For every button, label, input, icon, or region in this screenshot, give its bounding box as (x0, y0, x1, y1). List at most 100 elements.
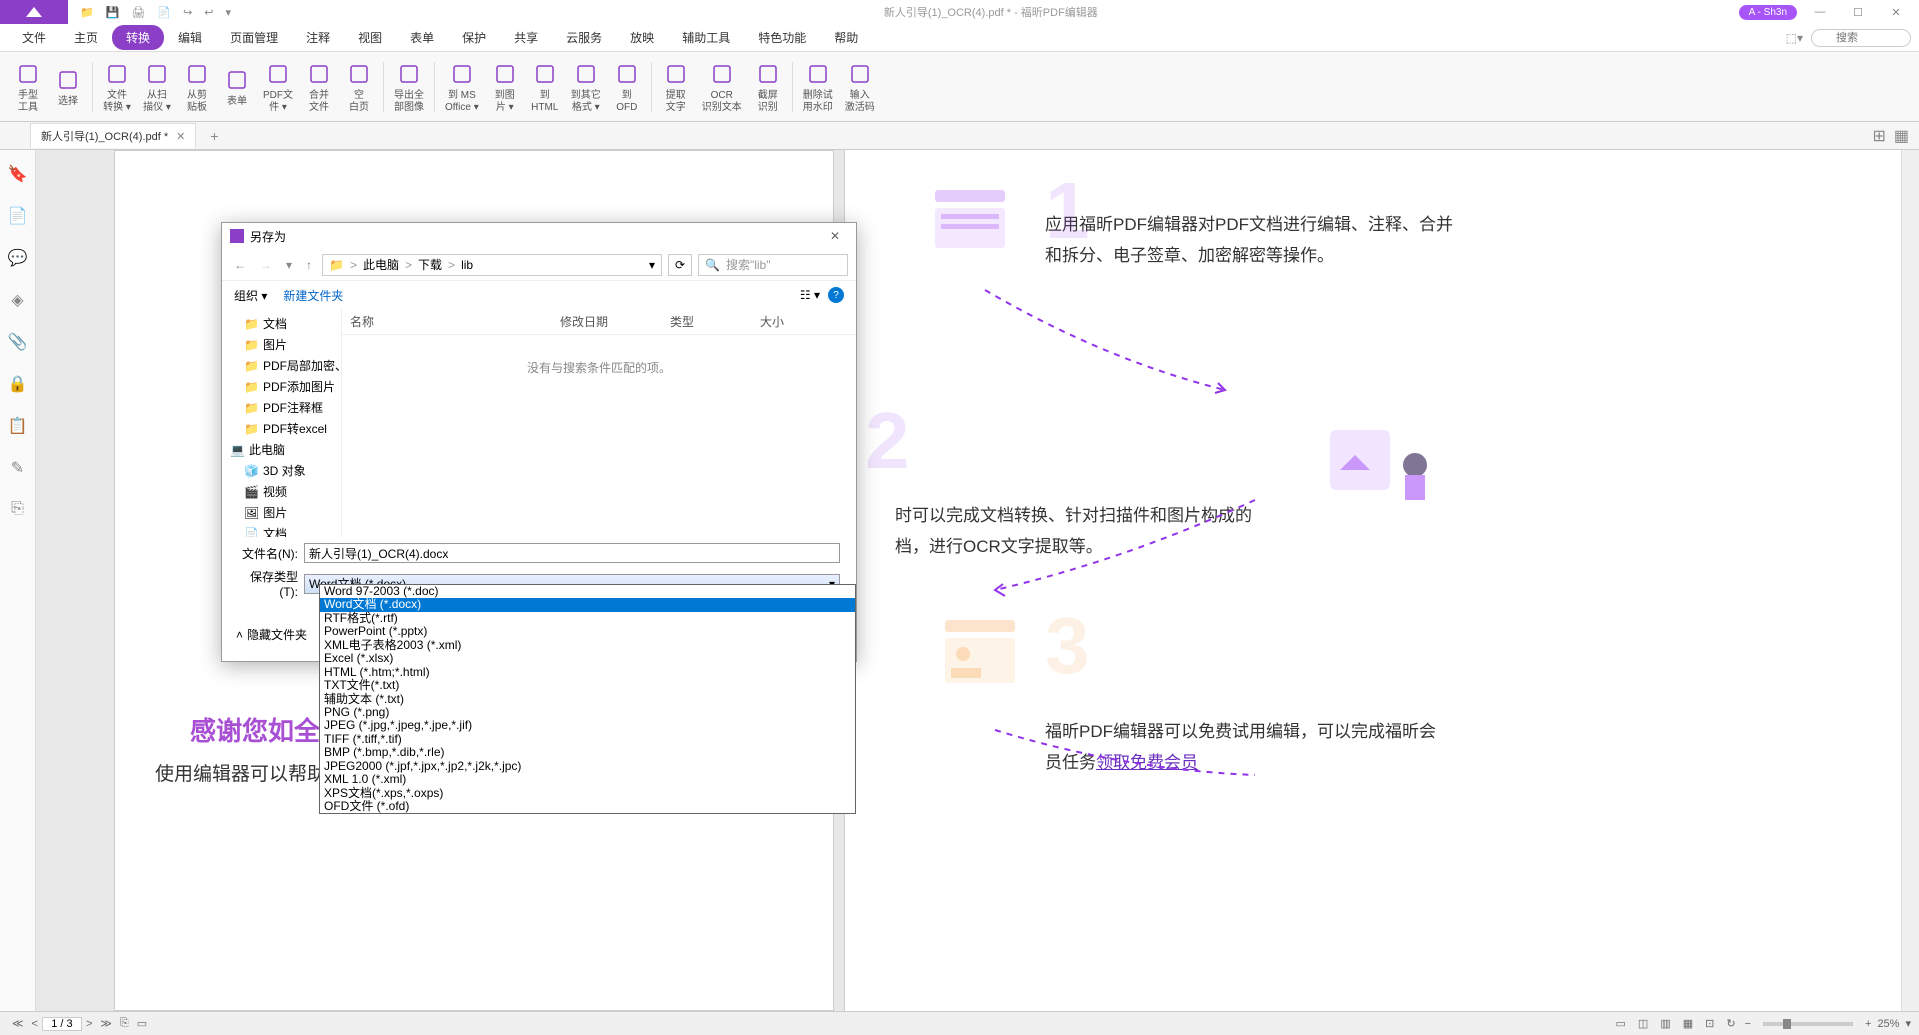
dropdown-option[interactable]: Excel (*.xlsx) (320, 652, 855, 665)
menu-表单[interactable]: 表单 (396, 25, 448, 50)
ribbon-ocr[interactable]: OCR识别文本 (696, 60, 748, 114)
qat-save-icon[interactable]: 💾 (106, 6, 120, 19)
nav-next-icon[interactable]: > (82, 1018, 96, 1030)
nav-view-icon[interactable]: ▭ (133, 1017, 151, 1030)
qat-new-icon[interactable]: 📄 (157, 6, 171, 19)
path-dropdown-icon[interactable]: ▾ (649, 258, 655, 272)
ribbon-tohtml[interactable]: 到HTML (525, 60, 565, 114)
ribbon-clipboard[interactable]: 从剪贴板 (177, 60, 217, 114)
nav-last-icon[interactable]: ≫ (96, 1017, 116, 1030)
qat-more-icon[interactable]: ▾ (226, 6, 232, 19)
dropdown-option[interactable]: HTML (*.htm;*.html) (320, 666, 855, 679)
ribbon-collapse-icon[interactable]: ⬚▾ (1786, 31, 1803, 45)
qat-print-icon[interactable]: 🖨 (131, 6, 145, 19)
tree-item[interactable]: 📄文档 (226, 523, 337, 537)
tree-item[interactable]: 📁PDF添加图片 (226, 376, 337, 397)
close-button[interactable]: ✕ (1881, 6, 1911, 19)
view-options-icon[interactable]: ☷ ▾ (800, 288, 820, 302)
view-mode-2-icon[interactable]: ◫ (1635, 1017, 1651, 1030)
ribbon-form[interactable]: 表单 (217, 66, 257, 108)
layers-icon[interactable]: ◈ (11, 290, 23, 310)
ribbon-screenshot[interactable]: 截屏识别 (748, 60, 788, 114)
menu-转换[interactable]: 转换 (112, 25, 164, 50)
ribbon-scanner[interactable]: 从扫描仪 ▾ (137, 60, 177, 114)
menu-主页[interactable]: 主页 (60, 25, 112, 50)
ribbon-merge[interactable]: 合并文件 (299, 60, 339, 114)
tree-item[interactable]: 📁图片 (226, 334, 337, 355)
comments-icon[interactable]: 💬 (8, 248, 28, 268)
menu-页面管理[interactable]: 页面管理 (216, 25, 292, 50)
ribbon-toofd[interactable]: 到OFD (607, 60, 647, 114)
refresh-button[interactable]: ⟳ (668, 254, 692, 276)
col-name[interactable]: 名称 (342, 311, 552, 332)
ribbon-fileconv[interactable]: 文件转换 ▾ (97, 60, 137, 114)
qat-undo-icon[interactable]: ↩ (204, 6, 213, 19)
menu-共享[interactable]: 共享 (500, 25, 552, 50)
dropdown-option[interactable]: RTF格式(*.rtf) (320, 612, 855, 625)
tab-close-icon[interactable]: ✕ (176, 130, 185, 143)
nav-prev-icon[interactable]: < (28, 1018, 42, 1030)
ribbon-pdf[interactable]: PDF文件 ▾ (257, 60, 299, 114)
dropdown-option[interactable]: 辅助文本 (*.txt) (320, 693, 855, 706)
add-tab-button[interactable]: + (210, 128, 218, 144)
page-input[interactable] (42, 1017, 82, 1031)
menu-云服务[interactable]: 云服务 (552, 25, 616, 50)
ribbon-exportimg[interactable]: 导出全部图像 (388, 60, 430, 114)
dropdown-option[interactable]: PNG (*.png) (320, 706, 855, 719)
qat-open-icon[interactable]: 📁 (80, 6, 94, 19)
vertical-scrollbar[interactable] (1901, 150, 1919, 1011)
dropdown-option[interactable]: XPS文档(*.xps,*.oxps) (320, 787, 855, 800)
ribbon-toimg[interactable]: 到图片 ▾ (485, 60, 525, 114)
tree-item[interactable]: 💻此电脑 (226, 439, 337, 460)
layout-icon-1[interactable]: ⊞ (1872, 126, 1885, 146)
nav-back-icon[interactable]: ← (230, 258, 250, 272)
tree-item[interactable]: 🧊3D 对象 (226, 460, 337, 481)
tree-item[interactable]: 📁PDF注释框 (226, 397, 337, 418)
filename-input[interactable] (304, 543, 840, 563)
hide-folders-toggle[interactable]: ˄ 隐藏文件夹 (236, 626, 307, 643)
dropdown-option[interactable]: Word文档 (*.docx) (320, 598, 855, 611)
menu-辅助工具[interactable]: 辅助工具 (668, 25, 744, 50)
layout-icon-2[interactable]: ▦ (1894, 126, 1909, 146)
tags-icon[interactable]: ✎ (11, 458, 24, 478)
ribbon-extracttext[interactable]: 提取文字 (656, 60, 696, 114)
security-icon[interactable]: 🔒 (8, 374, 28, 394)
dropdown-option[interactable]: TIFF (*.tiff,*.tif) (320, 733, 855, 746)
zoom-slider[interactable] (1763, 1022, 1853, 1026)
menu-文件[interactable]: 文件 (8, 25, 60, 50)
ribbon-toother[interactable]: 到其它格式 ▾ (565, 60, 607, 114)
attachments-icon[interactable]: 📎 (8, 332, 28, 352)
user-badge[interactable]: A - Sh3n (1739, 5, 1797, 20)
tree-item[interactable]: 📁PDF局部加密、F (226, 355, 337, 376)
menu-特色功能[interactable]: 特色功能 (744, 25, 820, 50)
zoom-out-button[interactable]: − (1745, 1018, 1751, 1030)
nav-forward-icon[interactable]: → (256, 258, 276, 272)
dropdown-option[interactable]: XML电子表格2003 (*.xml) (320, 639, 855, 652)
zoom-dropdown-icon[interactable]: ▾ (1905, 1017, 1911, 1030)
tree-item[interactable]: 📁PDF转excel (226, 418, 337, 439)
document-tab[interactable]: 新人引导(1)_OCR(4).pdf * ✕ (30, 123, 196, 148)
view-mode-1-icon[interactable]: ▭ (1613, 1017, 1629, 1030)
pages-icon[interactable]: 📄 (8, 206, 28, 226)
menu-保护[interactable]: 保护 (448, 25, 500, 50)
maximize-button[interactable]: ☐ (1843, 6, 1873, 19)
col-size[interactable]: 大小 (752, 311, 812, 332)
search-input[interactable] (1811, 29, 1911, 47)
path-breadcrumb[interactable]: 📁 > 此电脑 > 下载 > lib ▾ (322, 254, 662, 276)
col-date[interactable]: 修改日期 (552, 311, 662, 332)
new-folder-button[interactable]: 新建文件夹 (283, 287, 343, 304)
path-part-0[interactable]: 此电脑 (363, 256, 399, 273)
ribbon-msoffice[interactable]: 到 MSOffice ▾ (439, 60, 485, 114)
dialog-close-button[interactable]: ✕ (822, 227, 848, 245)
organize-button[interactable]: 组织 ▾ (234, 287, 267, 304)
export-icon[interactable]: ⎘ (11, 500, 24, 518)
signatures-icon[interactable]: 📋 (8, 416, 28, 436)
dropdown-option[interactable]: TXT文件(*.txt) (320, 679, 855, 692)
ribbon-activate[interactable]: 输入激活码 (839, 60, 881, 114)
tree-item[interactable]: 📁文档 (226, 313, 337, 334)
dropdown-option[interactable]: OFD文件 (*.ofd) (320, 800, 855, 813)
qat-redo-icon[interactable]: ↪ (183, 6, 192, 19)
ribbon-rmwatermark[interactable]: 删除试用水印 (797, 60, 839, 114)
dropdown-option[interactable]: JPEG (*.jpg,*.jpeg,*.jpe,*.jif) (320, 719, 855, 732)
dropdown-option[interactable]: BMP (*.bmp,*.dib,*.rle) (320, 746, 855, 759)
